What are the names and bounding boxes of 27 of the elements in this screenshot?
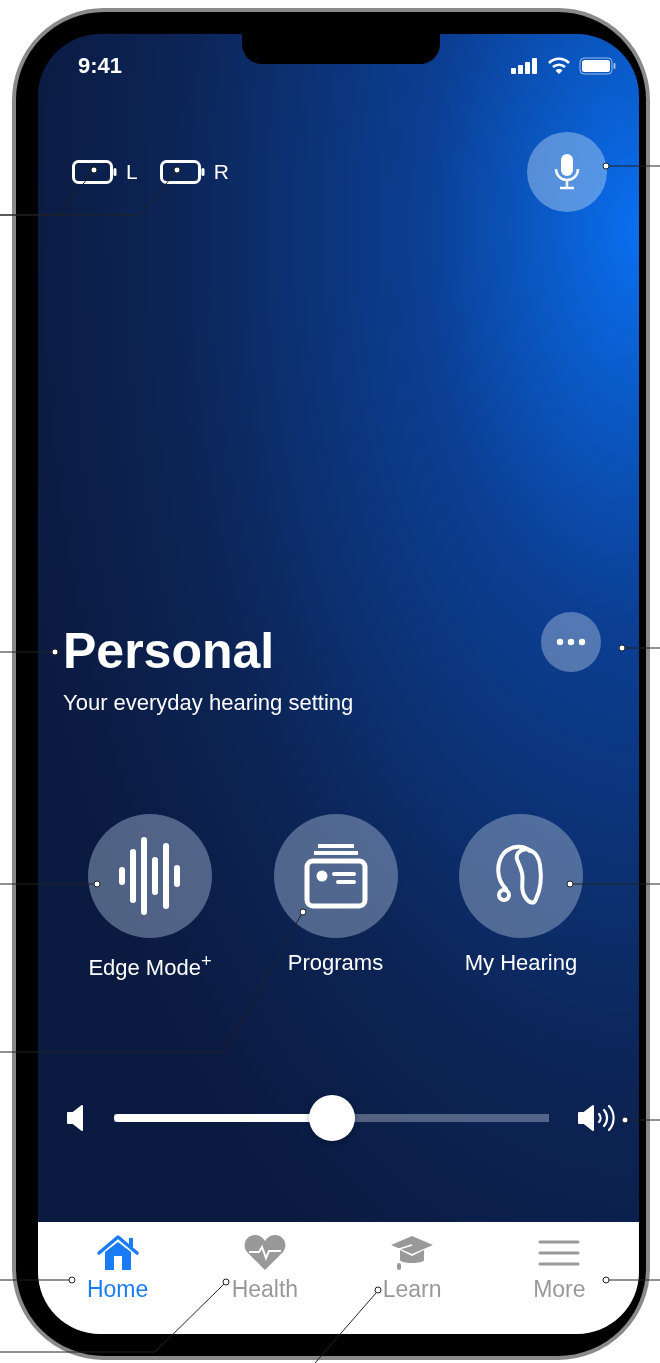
tab[interactable]: Home	[57, 1234, 178, 1303]
tab[interactable]: More	[499, 1234, 620, 1303]
card-stack-icon	[303, 843, 368, 909]
battery-icon	[72, 160, 118, 184]
tab[interactable]: Health	[204, 1234, 325, 1303]
slider-thumb[interactable]	[308, 1095, 355, 1142]
side-label: R	[213, 160, 229, 184]
ellipsis-icon	[556, 638, 586, 646]
volume-low-icon	[66, 1105, 86, 1132]
battery-icon	[159, 160, 206, 184]
status-time: 9:41	[78, 53, 123, 79]
action-label: Programs	[287, 950, 384, 976]
battery-icon	[579, 57, 617, 75]
action-label: My Hearing	[464, 950, 578, 976]
graduation-cap-icon	[390, 1234, 435, 1272]
sound-wave-icon	[118, 834, 182, 918]
signal-icon	[511, 58, 539, 74]
program-subtitle: Your everyday hearing setting	[63, 690, 354, 716]
side-label: L	[126, 160, 138, 184]
heart-pulse-icon	[242, 1234, 287, 1272]
more-options-button[interactable]	[541, 612, 601, 672]
microphone-icon	[554, 153, 580, 191]
program-title: Personal	[63, 622, 276, 680]
action-label: Edge Mode$^{+}$	[88, 950, 212, 982]
tab[interactable]: Learn	[352, 1234, 473, 1303]
wifi-icon	[547, 57, 571, 75]
house-icon	[95, 1234, 140, 1272]
